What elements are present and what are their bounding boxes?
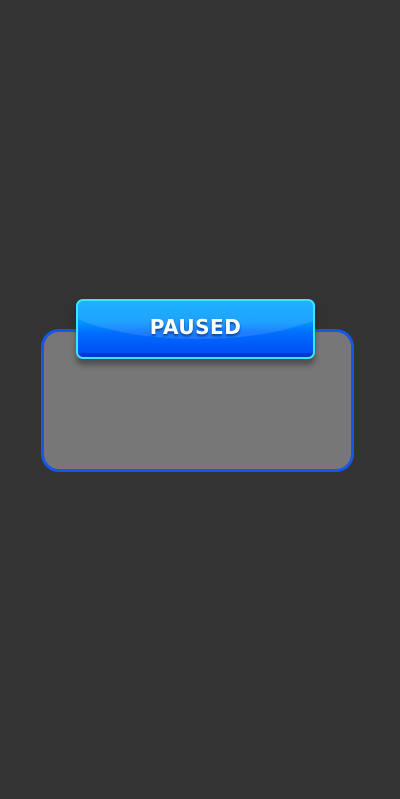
banner-bottom-edge: [78, 353, 313, 357]
pause-title: PAUSED: [149, 315, 242, 339]
game-screen: PAUSED: [0, 0, 400, 799]
pause-title-banner: PAUSED: [76, 299, 315, 359]
